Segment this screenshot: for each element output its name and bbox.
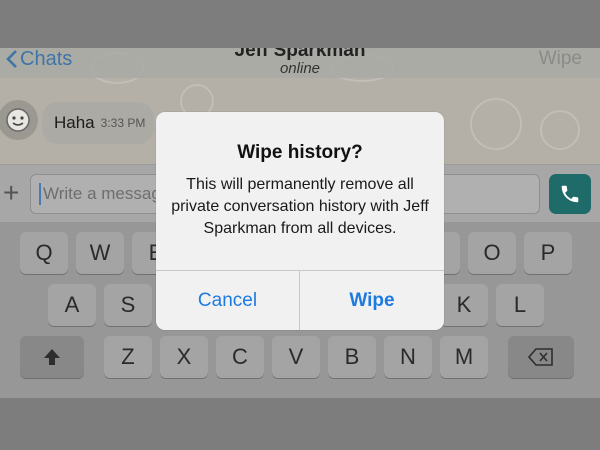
text-caret	[39, 183, 41, 205]
key-o[interactable]: O	[468, 232, 516, 274]
wipe-history-alert: Wipe history? This will permanently remo…	[156, 112, 444, 330]
message-time: 3:33 PM	[100, 116, 146, 130]
key-q[interactable]: Q	[20, 232, 68, 274]
key-k[interactable]: K	[440, 284, 488, 326]
alert-title: Wipe history?	[237, 142, 363, 163]
delete-icon	[528, 348, 553, 366]
wipe-nav-button[interactable]: Wipe	[539, 48, 582, 70]
key-a[interactable]: A	[48, 284, 96, 326]
shift-icon	[44, 349, 60, 365]
wipe-confirm-button[interactable]: Wipe	[300, 271, 444, 330]
plus-icon[interactable]: +	[3, 177, 19, 209]
chat-status: online	[279, 60, 321, 77]
app-screen: Chats Jeff Sparkman online Wipe Haha 3:3…	[0, 48, 600, 398]
shift-key[interactable]	[20, 336, 84, 378]
key-s[interactable]: S	[104, 284, 152, 326]
alert-message: This will permanently remove all private…	[171, 176, 429, 237]
key-x[interactable]: X	[160, 336, 208, 378]
delete-key[interactable]	[508, 336, 574, 378]
chat-navbar: Chats Jeff Sparkman online Wipe	[0, 48, 600, 78]
key-n[interactable]: N	[384, 336, 432, 378]
key-w[interactable]: W	[76, 232, 124, 274]
cancel-button[interactable]: Cancel	[156, 271, 299, 330]
message-bubble[interactable]: Haha 3:33 PM	[42, 102, 154, 144]
key-p[interactable]: P	[524, 232, 572, 274]
key-v[interactable]: V	[272, 336, 320, 378]
avatar-face-icon	[6, 108, 30, 132]
key-c[interactable]: C	[216, 336, 264, 378]
key-l[interactable]: L	[496, 284, 544, 326]
key-m[interactable]: M	[440, 336, 488, 378]
key-b[interactable]: B	[328, 336, 376, 378]
message-text: Haha	[54, 113, 95, 132]
phone-icon	[561, 185, 579, 203]
call-button[interactable]	[549, 174, 591, 214]
key-z[interactable]: Z	[104, 336, 152, 378]
